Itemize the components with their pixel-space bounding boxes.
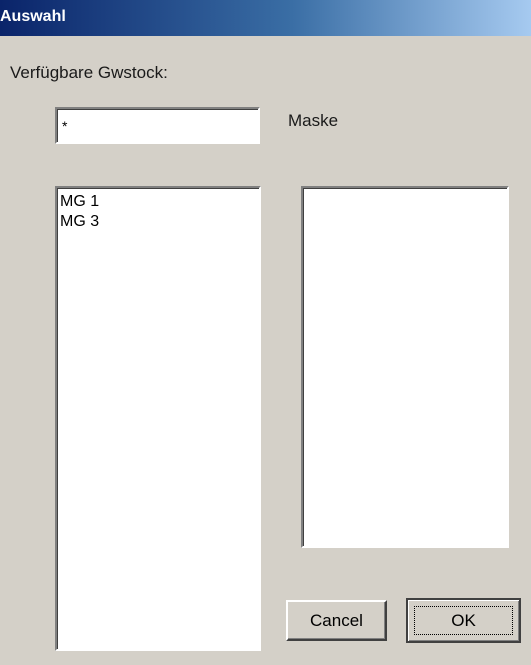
cancel-button-label: Cancel xyxy=(310,610,363,630)
selected-list-items xyxy=(303,188,507,192)
ok-button[interactable]: OK xyxy=(406,598,521,643)
title-bar[interactable]: Auswahl xyxy=(0,0,531,36)
list-item[interactable]: MG 1 xyxy=(57,192,259,212)
mask-input[interactable] xyxy=(55,107,260,144)
available-listbox[interactable]: MG 1 MG 3 xyxy=(55,186,261,651)
mask-label: Maske xyxy=(288,111,339,130)
window-title: Auswahl xyxy=(0,8,66,25)
ok-button-label: OK xyxy=(451,610,476,630)
list-item[interactable]: MG 3 xyxy=(57,212,259,232)
selected-listbox[interactable] xyxy=(301,186,509,548)
available-list-items: MG 1 MG 3 xyxy=(57,188,259,232)
available-caption: Verfügbare Gwstock: xyxy=(10,63,168,82)
cancel-button[interactable]: Cancel xyxy=(286,600,387,641)
